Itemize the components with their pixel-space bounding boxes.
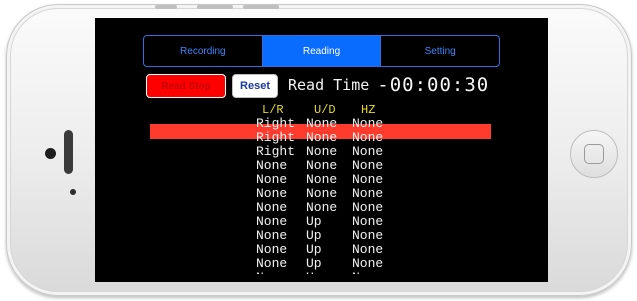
read-time-label: Read Time <box>288 76 370 94</box>
list-item[interactable]: None None None <box>256 173 456 187</box>
tab-recording[interactable]: Recording <box>144 36 263 66</box>
list-item[interactable]: Right None None <box>256 117 456 131</box>
cell-lr: None <box>256 228 288 243</box>
cell-lr: None <box>256 214 288 229</box>
list-item[interactable]: None Up None <box>256 243 456 257</box>
cell-hz: None <box>352 271 402 275</box>
list-item[interactable]: Right None None <box>256 131 456 145</box>
cell-hz: None <box>352 130 384 145</box>
cell-ud: None <box>306 117 338 131</box>
cell-lr: None <box>256 172 288 187</box>
list-item[interactable]: None None None <box>256 187 456 201</box>
cell-lr: None <box>256 186 288 201</box>
list-item[interactable]: None Up None <box>256 257 456 271</box>
read-time-value: -00:00:30 <box>377 74 490 96</box>
cell-ud: Up <box>306 214 322 229</box>
cell-ud: None <box>306 144 338 159</box>
cell-lr: None <box>256 256 288 271</box>
cell-lr: None <box>256 200 288 215</box>
cell-hz: None <box>352 256 384 271</box>
cell-hz: None <box>352 228 384 243</box>
cell-hz: None <box>352 242 384 257</box>
reset-button[interactable]: Reset <box>232 74 278 98</box>
cell-hz: None <box>352 158 384 173</box>
proximity-sensor <box>70 189 76 195</box>
cell-ud: Up <box>306 256 322 271</box>
volume-up-button <box>197 5 233 9</box>
cell-hz: None <box>352 172 384 187</box>
tab-setting[interactable]: Setting <box>381 36 499 66</box>
home-button[interactable] <box>570 130 618 178</box>
cell-ud: None <box>306 186 338 201</box>
cell-ud: None <box>306 158 338 173</box>
cell-lr: None <box>256 242 288 257</box>
cell-ud: Up <box>306 271 352 275</box>
cell-hz: None <box>352 200 384 215</box>
cell-hz: None <box>352 144 384 159</box>
tab-reading[interactable]: Reading <box>262 36 382 66</box>
tab-bar: Recording Reading Setting <box>143 35 500 67</box>
cell-lr: Right <box>256 117 296 131</box>
cell-ud: None <box>306 172 338 187</box>
front-camera-icon <box>45 148 56 159</box>
cell-lr: None <box>256 158 288 173</box>
earpiece-speaker <box>64 130 73 174</box>
list-item[interactable]: NoneUpNone <box>256 271 456 275</box>
cell-lr: Right <box>256 130 296 145</box>
app-screen: Recording Reading Setting Read Stop Rese… <box>95 18 548 282</box>
cell-hz: None <box>352 117 384 131</box>
reading-list[interactable]: Right None None Right None None Right None None N… <box>256 117 456 274</box>
read-time-display: Read Time -00:00:30 <box>288 72 489 98</box>
column-header-hz: HZ <box>361 103 376 117</box>
list-item[interactable]: None None None <box>256 159 456 173</box>
list-item[interactable]: None Up None <box>256 229 456 243</box>
cell-ud: Up <box>306 228 322 243</box>
volume-down-button <box>243 5 279 9</box>
list-item[interactable]: Right None None <box>256 145 456 159</box>
column-header-lr: L/R <box>262 103 284 117</box>
cell-ud: Up <box>306 242 322 257</box>
cell-lr: Right <box>256 144 296 159</box>
read-stop-button[interactable]: Read Stop <box>146 74 226 98</box>
cell-ud: None <box>306 130 338 145</box>
column-header-ud: U/D <box>314 103 336 117</box>
cell-lr: None <box>256 271 306 275</box>
cell-hz: None <box>352 214 384 229</box>
list-item[interactable]: None None None <box>256 201 456 215</box>
cell-hz: None <box>352 186 384 201</box>
home-square-icon <box>584 144 604 164</box>
list-item[interactable]: None Up None <box>256 215 456 229</box>
cell-ud: None <box>306 200 338 215</box>
mute-switch <box>155 5 177 9</box>
